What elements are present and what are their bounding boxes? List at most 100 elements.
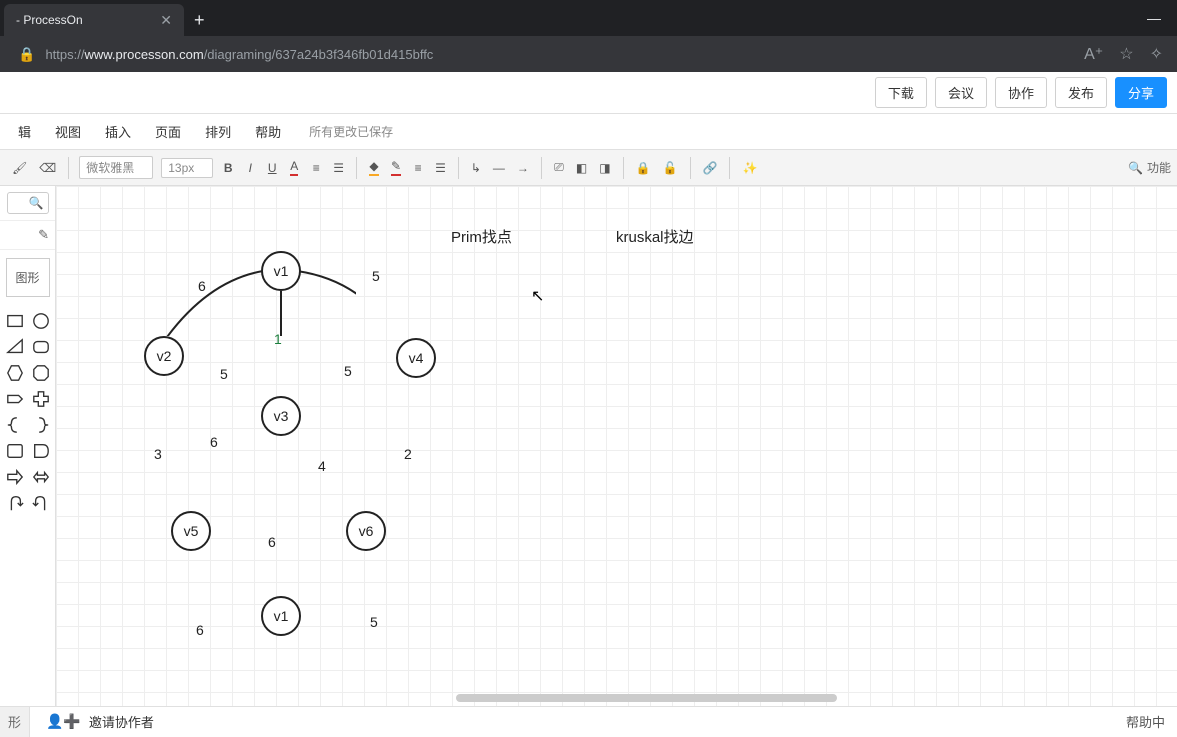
magic-icon[interactable]: ✨ (736, 157, 763, 179)
lock-icon[interactable]: 🔒 (8, 46, 45, 63)
url-path: /diagraming/637a24b3f346fb01d415bffc (204, 47, 434, 62)
link-icon[interactable]: 🔗 (697, 157, 724, 179)
shape-brace-left[interactable] (5, 415, 25, 435)
node-v6[interactable]: v6 (346, 511, 386, 551)
url-field[interactable]: https://www.processon.com/diagraming/637… (45, 47, 1084, 62)
invite-label: 邀请协作者 (89, 712, 154, 731)
label-prim[interactable]: Prim找点 (451, 226, 512, 247)
meeting-button[interactable]: 会议 (935, 77, 987, 108)
download-button[interactable]: 下载 (875, 77, 927, 108)
search-func-label[interactable]: 功能 (1147, 159, 1171, 176)
close-icon[interactable]: ✕ (160, 12, 172, 29)
shape-octagon[interactable] (31, 363, 51, 383)
node-v1b[interactable]: v1 (261, 596, 301, 636)
align-icon[interactable]: ≡ (305, 157, 327, 179)
node-v4[interactable]: v4 (396, 338, 436, 378)
node-v2[interactable]: v2 (144, 336, 184, 376)
cursor-icon: ↖ (531, 286, 544, 306)
menu-insert[interactable]: 插入 (93, 122, 143, 141)
shape-triangle[interactable] (5, 337, 25, 357)
weight-v3v6: 4 (318, 458, 326, 474)
browser-tab[interactable]: - ProcessOn ✕ (4, 4, 184, 36)
weight-v1v4: 5 (372, 268, 380, 284)
weight-b-right: 5 (370, 614, 378, 630)
canvas[interactable]: Prim找点 kruskal找边 v1 v2 v3 v4 v5 v6 6 5 1… (56, 186, 1177, 706)
menu-arrange[interactable]: 排列 (193, 122, 243, 141)
format-painter-icon[interactable]: 🖌 (6, 157, 33, 179)
send-back-icon[interactable]: ◨ (593, 157, 616, 179)
browser-tabbar: - ProcessOn ✕ + — (0, 0, 1177, 36)
weight-v1v2: 6 (198, 278, 206, 294)
shape-circle[interactable] (31, 311, 51, 331)
shape-brace-right[interactable] (31, 415, 51, 435)
help-center[interactable]: 帮助中 (1126, 712, 1165, 731)
invite-collaborator[interactable]: 👤➕ 邀请协作者 (46, 712, 154, 731)
shape-uturn-2[interactable] (31, 493, 51, 513)
shape-pentagon-arrow[interactable] (5, 389, 25, 409)
node-v1[interactable]: v1 (261, 251, 301, 291)
fill-color-icon[interactable]: ◆ (363, 155, 385, 180)
connector-type-icon[interactable]: ↳ (465, 157, 487, 179)
new-tab-button[interactable]: + (184, 4, 215, 36)
read-aloud-icon[interactable]: A⁺ (1084, 44, 1103, 64)
bring-front-icon[interactable]: ◧ (570, 157, 593, 179)
shape-arrow-double[interactable] (31, 467, 51, 487)
menu-edit[interactable]: 辑 (6, 122, 43, 141)
footer-shapes-handle[interactable]: 形 (0, 707, 30, 737)
bold-icon[interactable]: B (217, 157, 239, 179)
search-icon[interactable]: 🔍 (1128, 161, 1143, 175)
shape-d[interactable] (31, 441, 51, 461)
collections-icon[interactable]: ✧ (1150, 44, 1163, 64)
weight-v5v6: 6 (268, 534, 276, 550)
shape-uturn[interactable] (5, 493, 25, 513)
shape-category[interactable]: 图形 (6, 258, 50, 297)
clear-format-icon[interactable]: ⌫ (33, 157, 62, 179)
node-v5[interactable]: v5 (171, 511, 211, 551)
share-button[interactable]: 分享 (1115, 77, 1167, 108)
add-user-icon: 👤➕ (46, 713, 81, 730)
collab-button[interactable]: 协作 (995, 77, 1047, 108)
weight-v3v4: 5 (344, 363, 352, 379)
horizontal-scrollbar[interactable] (456, 694, 837, 702)
align-objects-icon[interactable]: ⎚ (548, 156, 570, 179)
minimize-icon[interactable]: — (1131, 0, 1177, 36)
arrow-end-icon[interactable]: → (511, 157, 535, 179)
save-status: 所有更改已保存 (309, 123, 393, 140)
lock-icon[interactable]: 🔒 (630, 157, 657, 179)
line-color-icon[interactable]: ✎ (385, 155, 407, 180)
url-host: www.processon.com (84, 47, 203, 62)
menu-view[interactable]: 视图 (43, 122, 93, 141)
publish-button[interactable]: 发布 (1055, 77, 1107, 108)
edit-shapes-icon[interactable]: ✎ (38, 227, 49, 243)
address-bar: 🔒 https://www.processon.com/diagraming/6… (0, 36, 1177, 72)
workspace: 🔍 ✎ 图形 (0, 186, 1177, 706)
weight-v4v6: 2 (404, 446, 412, 462)
shape-rect[interactable] (5, 311, 25, 331)
format-toolbar: 🖌 ⌫ 微软雅黑 13px B I U A ≡ ☰ ◆ ✎ ≡ ☰ ↳ — → … (0, 150, 1177, 186)
list-icon[interactable]: ☰ (327, 157, 350, 179)
node-v3[interactable]: v3 (261, 396, 301, 436)
weight-v1v3: 1 (274, 331, 282, 347)
font-color-icon[interactable]: A (283, 155, 305, 180)
connector-line-icon[interactable]: — (487, 157, 511, 179)
font-family-select[interactable]: 微软雅黑 (79, 156, 153, 179)
menu-help[interactable]: 帮助 (243, 122, 293, 141)
line-style-icon[interactable]: ≡ (407, 157, 429, 179)
menu-page[interactable]: 页面 (143, 122, 193, 141)
shape-rounded[interactable] (31, 337, 51, 357)
underline-icon[interactable]: U (261, 157, 283, 179)
shape-hexagon[interactable] (5, 363, 25, 383)
footer: 形 👤➕ 邀请协作者 帮助中 (0, 706, 1177, 736)
shape-square-round[interactable] (5, 441, 25, 461)
label-kruskal[interactable]: kruskal找边 (616, 226, 694, 247)
tab-title: - ProcessOn (16, 13, 83, 27)
shape-search[interactable]: 🔍 (7, 192, 49, 214)
unlock-icon[interactable]: 🔓 (657, 157, 684, 179)
font-size-select[interactable]: 13px (161, 158, 213, 178)
shape-plus[interactable] (31, 389, 51, 409)
favorite-icon[interactable]: ☆ (1119, 44, 1133, 64)
shape-arrow-right[interactable] (5, 467, 25, 487)
italic-icon[interactable]: I (239, 157, 261, 179)
line-width-icon[interactable]: ☰ (429, 157, 452, 179)
menubar: 辑 视图 插入 页面 排列 帮助 所有更改已保存 (0, 114, 1177, 150)
